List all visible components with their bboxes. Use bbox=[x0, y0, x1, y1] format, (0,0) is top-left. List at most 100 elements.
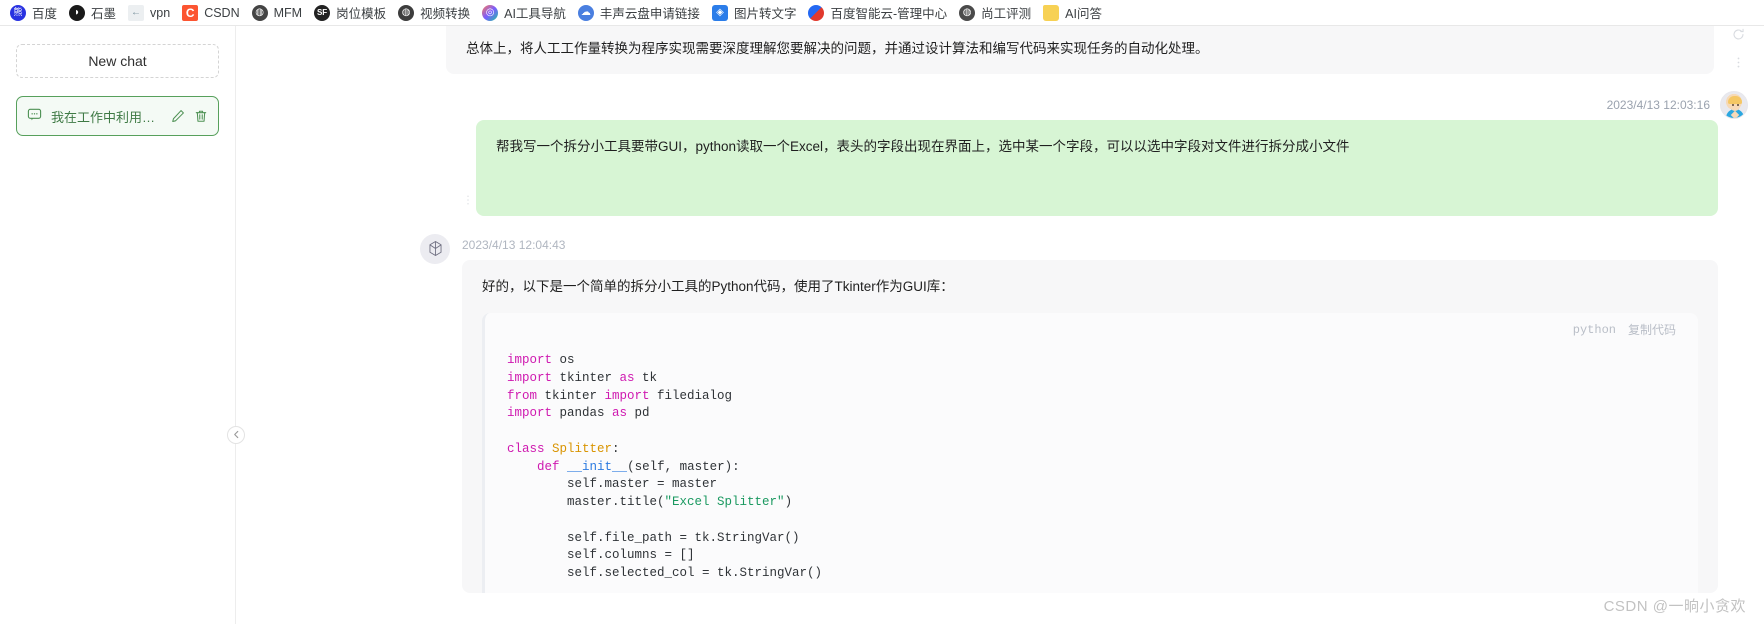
bookmark-bar: 熊百度 ◗ 石墨 ← vpn C CSDN ◍ MFM SF 岗位模板 ◍ 视频转换 ◎ AI工具导航 ☁ 丰声… bbox=[0, 0, 1764, 26]
bookmark-item[interactable]: ◎ AI工具导航 bbox=[478, 1, 574, 24]
shimo-icon: ◗ bbox=[69, 4, 86, 21]
edit-icon[interactable] bbox=[171, 109, 185, 123]
vpn-icon: ← bbox=[128, 4, 145, 21]
bookmark-item[interactable]: ◗ 石墨 bbox=[65, 1, 124, 24]
code-language-label: python bbox=[1572, 322, 1616, 337]
new-chat-button[interactable]: New chat bbox=[16, 44, 219, 78]
assistant-partial-message: 总体上，将人工工作量转换为程序实现需要深度理解您要解决的问题，并通过设计算法和编… bbox=[236, 26, 1764, 74]
baidu-cloud-icon bbox=[808, 4, 825, 21]
code-token: pd bbox=[627, 406, 650, 421]
regenerate-icon[interactable] bbox=[1732, 28, 1745, 46]
assistant-timestamp: 2023/4/13 12:04:43 bbox=[462, 237, 566, 252]
bookmark-item[interactable]: SF 岗位模板 bbox=[310, 1, 394, 24]
bookmark-label: AI问答 bbox=[1065, 7, 1102, 21]
avatar-assistant bbox=[420, 233, 450, 264]
code-token: from bbox=[507, 388, 538, 403]
code-content: import os import tkinter as tk from tkin… bbox=[485, 340, 1698, 593]
job-template-icon: SF bbox=[314, 4, 331, 21]
code-block-header: python 复制代码 bbox=[485, 313, 1698, 340]
bookmark-label: vpn bbox=[150, 5, 171, 20]
bookmark-label: 石墨 bbox=[91, 7, 117, 21]
bookmark-item[interactable]: 熊百度 bbox=[6, 1, 65, 24]
code-token: Splitter bbox=[552, 441, 613, 456]
bookmark-label: 岗位模板 bbox=[336, 7, 387, 21]
code-token: import bbox=[507, 406, 553, 421]
bookmark-label: 百度 bbox=[32, 7, 58, 21]
video-convert-icon: ◍ bbox=[398, 4, 415, 21]
chat-bubble-icon bbox=[27, 107, 42, 125]
message-actions bbox=[1720, 28, 1756, 74]
more-options-icon[interactable] bbox=[1732, 56, 1745, 74]
user-message: 2023/4/13 12:03:16 帮我写一个拆分小工具要带GUI，pytho… bbox=[236, 90, 1764, 216]
code-token: master.title( bbox=[507, 495, 665, 510]
code-token: import bbox=[507, 370, 553, 385]
code-token: "Excel Splitter" bbox=[664, 495, 785, 510]
conversation-panel: 总体上，将人工工作量转换为程序实现需要深度理解您要解决的问题，并通过设计算法和编… bbox=[236, 26, 1764, 624]
sidebar: New chat 我在工作中利用pyt... bbox=[0, 26, 236, 624]
code-block: python 复制代码 import os import tkinter as … bbox=[482, 313, 1698, 593]
bookmark-label: 视频转换 bbox=[420, 7, 471, 21]
folder-icon bbox=[1043, 4, 1060, 21]
assistant-message-column: 2023/4/13 12:04:43 好的，以下是一个简单的拆分小工具的Pyth… bbox=[462, 234, 1718, 593]
bookmark-label: MFM bbox=[273, 5, 303, 20]
bookmark-item[interactable]: ☁ 丰声云盘申请链接 bbox=[574, 1, 708, 24]
bookmark-label: 尚工评测 bbox=[981, 7, 1032, 21]
bookmark-label: CSDN bbox=[204, 5, 240, 20]
sidebar-chat-item[interactable]: 我在工作中利用pyt... bbox=[16, 96, 219, 136]
assistant-message: 2023/4/13 12:04:43 好的，以下是一个简单的拆分小工具的Pyth… bbox=[236, 233, 1764, 593]
mfm-icon: ◍ bbox=[251, 4, 268, 21]
code-token: as bbox=[612, 406, 628, 421]
copy-code-button[interactable]: 复制代码 bbox=[1628, 321, 1676, 338]
code-token: import bbox=[507, 353, 553, 368]
ai-tools-icon: ◎ bbox=[482, 4, 499, 21]
bookmark-item[interactable]: C CSDN bbox=[178, 3, 247, 23]
code-token: self.columns = [] bbox=[507, 548, 695, 563]
user-message-more-icon[interactable] bbox=[462, 193, 474, 211]
code-token: __init__ bbox=[567, 459, 628, 474]
bookmark-label: AI工具导航 bbox=[504, 7, 566, 21]
sidebar-collapse-button[interactable] bbox=[227, 426, 245, 444]
bookmark-label: 图片转文字 bbox=[733, 7, 797, 21]
assistant-partial-text: 总体上，将人工工作量转换为程序实现需要深度理解您要解决的问题，并通过设计算法和编… bbox=[446, 26, 1714, 74]
cloud-disk-icon: ☁ bbox=[577, 4, 594, 21]
code-token: ) bbox=[784, 495, 793, 510]
bookmark-item[interactable]: ◍ 尚工评测 bbox=[955, 1, 1039, 24]
code-token: self.selected_col = tk.StringVar() bbox=[507, 566, 823, 581]
bookmark-item[interactable]: AI问答 bbox=[1039, 1, 1110, 24]
csdn-icon: C bbox=[182, 4, 199, 21]
code-token: os bbox=[552, 353, 575, 368]
assistant-message-bubble: 好的，以下是一个简单的拆分小工具的Python代码，使用了Tkinter作为GU… bbox=[462, 259, 1718, 593]
avatar-user bbox=[1720, 90, 1748, 119]
code-token: import bbox=[604, 388, 650, 403]
bookmark-item[interactable]: 百度智能云-管理中心 bbox=[804, 1, 955, 24]
code-token: filedialog bbox=[649, 388, 733, 403]
bookmark-label: 百度智能云-管理中心 bbox=[830, 7, 948, 21]
assistant-message-text: 好的，以下是一个简单的拆分小工具的Python代码，使用了Tkinter作为GU… bbox=[482, 278, 954, 294]
bookmark-label: 丰声云盘申请链接 bbox=[599, 7, 700, 21]
code-token: : bbox=[612, 441, 620, 456]
baidu-icon: 熊 bbox=[10, 4, 26, 21]
user-message-meta: 2023/4/13 12:03:16 bbox=[236, 90, 1764, 120]
user-message-text: 帮我写一个拆分小工具要带GUI，python读取一个Excel，表头的字段出现在… bbox=[476, 119, 1718, 216]
code-token: self.master = master bbox=[507, 477, 718, 492]
bookmark-item[interactable]: ← vpn bbox=[124, 3, 178, 23]
code-token: def bbox=[537, 459, 560, 474]
user-timestamp: 2023/4/13 12:03:16 bbox=[1606, 97, 1710, 112]
code-token: tk bbox=[634, 370, 658, 385]
bookmark-item[interactable]: ◍ MFM bbox=[248, 3, 310, 23]
code-token: self.file_path = tk.StringVar() bbox=[507, 530, 800, 545]
sidebar-chat-title: 我在工作中利用pyt... bbox=[51, 109, 162, 125]
delete-icon[interactable] bbox=[194, 109, 208, 123]
bookmark-item[interactable]: ◍ 视频转换 bbox=[394, 1, 478, 24]
code-token: (self, master): bbox=[627, 459, 740, 474]
code-token: tkinter bbox=[537, 388, 605, 403]
message-thread: 总体上，将人工工作量转换为程序实现需要深度理解您要解决的问题，并通过设计算法和编… bbox=[236, 26, 1764, 624]
code-token: pandas bbox=[552, 406, 613, 421]
code-token: tkinter bbox=[552, 370, 620, 385]
code-token: class bbox=[507, 441, 545, 456]
new-chat-label: New chat bbox=[88, 53, 147, 69]
bookmark-item[interactable]: ◈ 图片转文字 bbox=[708, 1, 805, 24]
